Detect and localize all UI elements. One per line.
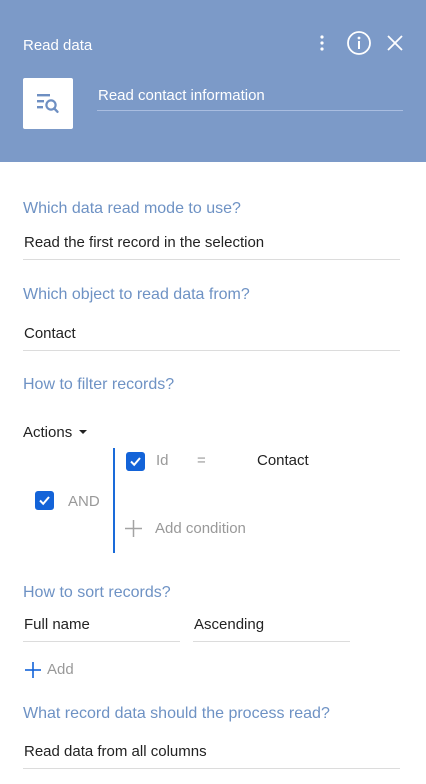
add-sort-button[interactable]: Add xyxy=(23,659,83,681)
caption-field xyxy=(97,84,403,111)
add-condition-label: Add condition xyxy=(155,520,246,537)
element-icon-box xyxy=(23,78,73,129)
read-mode-value: Read the first record in the selection xyxy=(24,234,265,251)
page-header: Read data xyxy=(0,0,426,162)
sort-direction-value: Ascending xyxy=(194,616,265,633)
sort-direction-field[interactable]: Ascending xyxy=(193,616,350,642)
condition-checkbox[interactable] xyxy=(126,452,145,471)
condition-operator[interactable]: = xyxy=(197,452,206,469)
read-mode-field[interactable]: Read the first record in the selection xyxy=(23,234,400,260)
check-icon xyxy=(130,457,141,467)
check-icon xyxy=(39,496,50,506)
read-data-icon xyxy=(37,94,59,113)
condition-value[interactable]: Contact xyxy=(257,452,309,469)
read-mode-label: Which data read mode to use? xyxy=(23,200,241,217)
info-icon[interactable] xyxy=(346,30,372,56)
columns-field[interactable]: Read data from all columns xyxy=(23,743,400,769)
add-sort-label: Add xyxy=(47,661,74,678)
plus-icon xyxy=(25,662,41,678)
filter-label: How to filter records? xyxy=(23,376,175,393)
actions-label: Actions xyxy=(23,424,73,441)
sort-column-value: Full name xyxy=(24,616,90,633)
filter-group-bar xyxy=(113,448,115,553)
sort-column-field[interactable]: Full name xyxy=(23,616,180,642)
group-checkbox[interactable] xyxy=(35,491,54,510)
more-vertical-icon[interactable] xyxy=(312,32,332,54)
object-label: Which object to read data from? xyxy=(23,286,250,303)
group-operator[interactable]: AND xyxy=(68,493,100,510)
caption-input[interactable] xyxy=(97,84,403,106)
condition-column[interactable]: Id xyxy=(156,452,169,469)
add-condition-button[interactable]: Add condition xyxy=(124,518,264,540)
object-value: Contact xyxy=(24,325,76,342)
chevron-down-icon xyxy=(79,430,88,434)
close-icon[interactable] xyxy=(385,33,405,53)
columns-label: What record data should the process read… xyxy=(23,705,330,722)
plus-icon xyxy=(125,520,142,537)
columns-value: Read data from all columns xyxy=(24,743,207,760)
page-title: Read data xyxy=(23,37,93,54)
object-field[interactable]: Contact xyxy=(23,325,400,351)
actions-menu-button[interactable]: Actions xyxy=(23,424,88,441)
sort-label: How to sort records? xyxy=(23,584,171,601)
